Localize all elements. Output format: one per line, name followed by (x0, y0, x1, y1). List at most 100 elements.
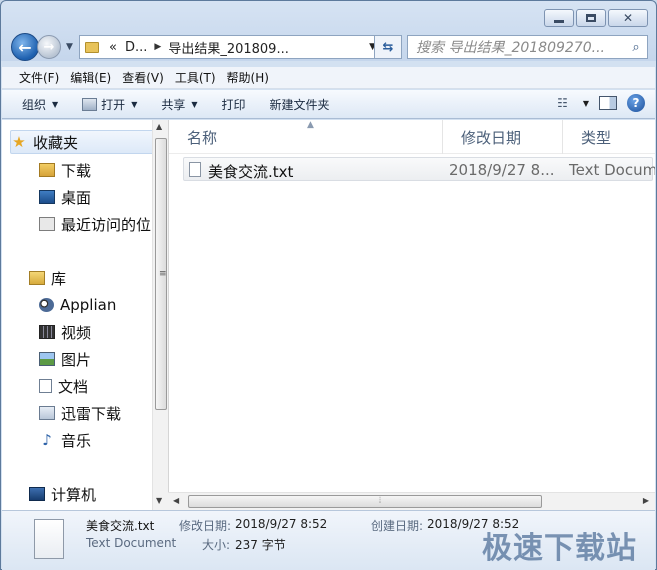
details-pane: 美食交流.txt Text Document 修改日期: 2018/9/27 8… (2, 510, 655, 570)
share-dropdown-icon: ▼ (191, 99, 198, 109)
nav-applian-label: Applian (60, 296, 117, 314)
grip-icon: ≡ (159, 269, 167, 279)
address-segment-drive[interactable]: D... (121, 40, 151, 55)
toolbar-right-group: ☷ ▼ ? (557, 94, 645, 112)
nav-pictures-label: 图片 (61, 350, 92, 369)
search-box[interactable]: 搜索 导出结果_201809270... ⌕ (407, 35, 648, 59)
share-button[interactable]: 共享 ▼ (161, 96, 197, 113)
grip-icon: ⦙ (379, 496, 382, 506)
forward-arrow-icon: → (43, 39, 55, 55)
open-label: 打开 (101, 97, 126, 112)
computer-icon (29, 487, 45, 501)
menu-file[interactable]: 文件(F) (16, 69, 67, 86)
new-folder-label: 新建文件夹 (269, 97, 330, 112)
search-icon[interactable]: ⌕ (625, 40, 647, 55)
nav-computer[interactable]: 计算机 (29, 482, 96, 506)
menu-bar: 文件(F) 编辑(E) 查看(V) 工具(T) 帮助(H) (2, 67, 655, 89)
back-button[interactable]: ← (11, 33, 39, 61)
nav-videos[interactable]: 视频 (39, 320, 91, 344)
refresh-button[interactable]: ⇆ (374, 35, 402, 59)
maximize-icon (586, 14, 596, 22)
column-name-header[interactable]: 名称 (169, 120, 443, 154)
nav-downloads[interactable]: 下载 (39, 158, 91, 182)
nav-favorites-label: 收藏夹 (33, 133, 79, 152)
new-folder-button[interactable]: 新建文件夹 (270, 96, 330, 113)
nav-recent[interactable]: 最近访问的位 (39, 212, 151, 236)
history-dropdown-icon[interactable]: ▼ (66, 42, 73, 52)
print-button[interactable]: 打印 (222, 96, 246, 113)
view-dropdown-icon[interactable]: ▼ (583, 99, 589, 108)
text-file-icon (189, 161, 201, 177)
close-icon: ✕ (622, 11, 634, 25)
scroll-up-icon[interactable]: ▲ (156, 122, 162, 131)
column-date-label: 修改日期 (461, 128, 522, 147)
minimize-button[interactable] (544, 9, 574, 27)
nav-scroll-thumb[interactable]: ≡ (155, 138, 167, 410)
search-input[interactable]: 搜索 导出结果_201809270... (408, 37, 625, 57)
command-bar: 组织 ▼ 打开 ▼ 共享 ▼ 打印 新建文件夹 ☷ ▼ ? (2, 90, 655, 119)
nav-libraries-label: 库 (51, 269, 67, 288)
nav-pane-scrollbar[interactable]: ▲ ≡ ▼ (152, 120, 168, 510)
column-date-header[interactable]: 修改日期 (443, 120, 563, 154)
column-header: 名称 ▲ 修改日期 类型 (169, 120, 655, 154)
folder-icon (85, 41, 99, 53)
address-segment-folder[interactable]: 导出结果_201809... (164, 38, 293, 57)
nav-libraries[interactable]: 库 (29, 266, 66, 290)
navigation-row: ← → ▼ « D... ▶ 导出结果_201809... ▼ ⇆ 搜索 导出结… (9, 33, 648, 61)
open-button[interactable]: 打开 ▼ (82, 96, 137, 113)
address-overflow[interactable]: « (105, 40, 121, 55)
details-modified: 2018/9/27 8:52 (235, 517, 328, 531)
nav-applian[interactable]: Applian (39, 293, 116, 317)
menu-help[interactable]: 帮助(H) (224, 69, 277, 86)
file-date: 2018/9/27 8... (449, 161, 555, 179)
nav-music[interactable]: ♪ 音乐 (39, 428, 91, 452)
hscroll-thumb[interactable]: ⦙ (188, 495, 542, 508)
downloads-folder-icon (39, 163, 55, 177)
scroll-down-icon[interactable]: ▼ (156, 496, 162, 505)
explorer-window: ✕ ← → ▼ « D... ▶ 导出结果_201809... ▼ ⇆ 搜索 导… (0, 0, 657, 570)
nav-xunlei[interactable]: 迅雷下载 (39, 401, 121, 425)
file-list-hscrollbar[interactable]: ◀ ⦙ ▶ (168, 492, 655, 510)
scroll-right-icon[interactable]: ▶ (643, 496, 649, 505)
desktop-icon (39, 190, 55, 204)
view-options-icon[interactable]: ☷ (557, 96, 568, 110)
scroll-left-icon[interactable]: ◀ (173, 496, 179, 505)
nav-xunlei-label: 迅雷下载 (61, 404, 122, 423)
preview-pane-icon[interactable] (599, 96, 617, 110)
documents-icon (39, 379, 52, 393)
file-list-pane: 名称 ▲ 修改日期 类型 美食交流.txt 2018/9/27 8... Tex… (168, 120, 655, 510)
address-bar[interactable]: « D... ▶ 导出结果_201809... ▼ (79, 35, 383, 59)
nav-pictures[interactable]: 图片 (39, 347, 91, 371)
maximize-button[interactable] (576, 9, 606, 27)
xunlei-download-icon (39, 406, 55, 420)
video-icon (39, 325, 55, 339)
nav-documents-label: 文档 (58, 377, 89, 396)
menu-tools[interactable]: 工具(T) (172, 69, 224, 86)
recent-places-icon (39, 217, 55, 231)
nav-desktop[interactable]: 桌面 (39, 185, 91, 209)
details-size: 237 字节 (235, 538, 286, 552)
refresh-icon: ⇆ (382, 39, 394, 55)
forward-button[interactable]: → (37, 35, 61, 59)
open-icon (82, 97, 98, 111)
organize-button[interactable]: 组织 ▼ (22, 96, 58, 113)
nav-computer-label: 计算机 (51, 485, 97, 504)
caption-buttons: ✕ (544, 9, 648, 27)
star-icon: ★ (12, 133, 26, 151)
column-type-header[interactable]: 类型 (563, 120, 655, 154)
file-name: 美食交流.txt (208, 163, 294, 181)
nav-music-label: 音乐 (61, 431, 92, 450)
details-modified-label: 修改日期: (179, 519, 232, 533)
libraries-icon (29, 271, 45, 285)
menu-view[interactable]: 查看(V) (119, 69, 172, 86)
file-row[interactable]: 美食交流.txt 2018/9/27 8... Text Docum (183, 157, 655, 181)
address-separator-icon[interactable]: ▶ (151, 42, 164, 52)
details-size-label: 大小: (202, 538, 231, 552)
minimize-icon (554, 19, 564, 23)
menu-edit[interactable]: 编辑(E) (67, 69, 119, 86)
nav-favorites[interactable]: ★ 收藏夹 (10, 130, 152, 154)
close-button[interactable]: ✕ (608, 9, 648, 27)
help-icon[interactable]: ? (627, 94, 645, 112)
sort-ascending-icon: ▲ (307, 120, 314, 130)
nav-documents[interactable]: 文档 (39, 374, 88, 398)
